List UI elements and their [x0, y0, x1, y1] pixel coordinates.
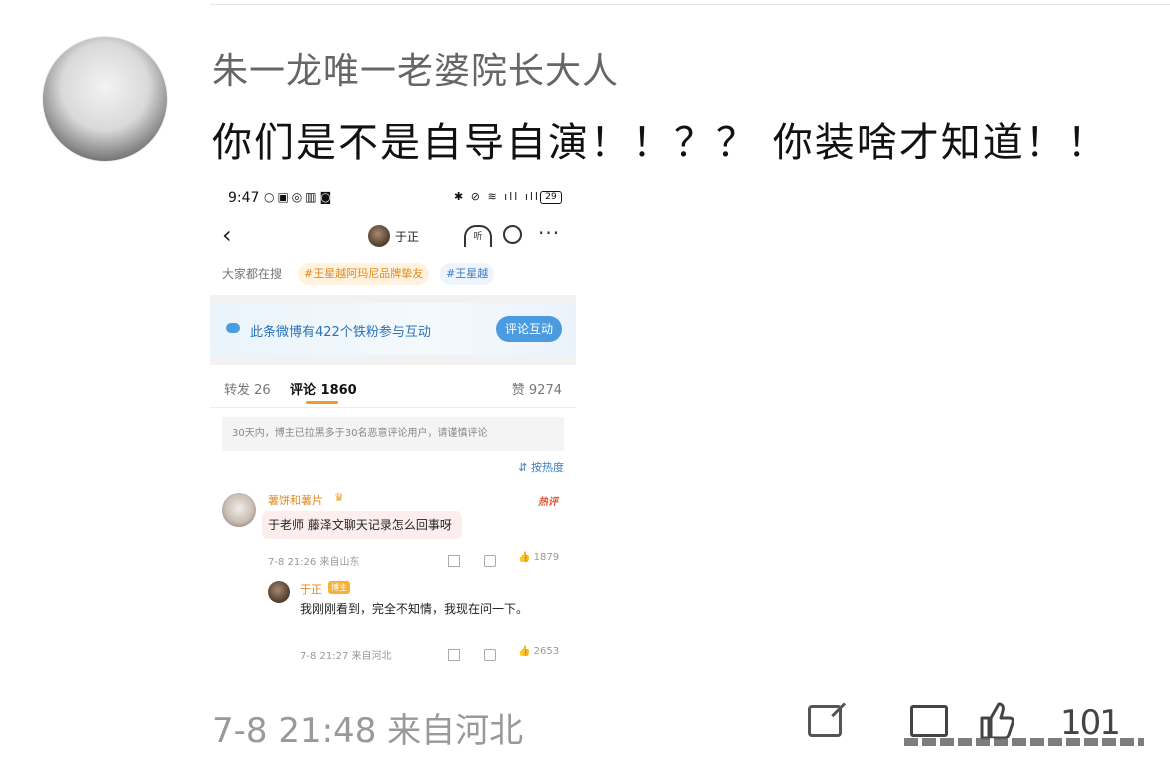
post-location: 来自河北: [387, 711, 524, 751]
comment-time: 7-8 21:26: [268, 557, 317, 568]
status-signal-icons: ✱ ⊘ ≋ ıll ıll: [454, 190, 540, 203]
notice: 30天内，博主已拉黑多于30名恶意评论用户，请谨慎评论: [222, 417, 564, 451]
username[interactable]: 朱一龙唯一老婆院长大人: [212, 42, 619, 94]
tab-underline: [306, 401, 338, 404]
hot-comment-badge: 热评: [538, 497, 558, 508]
embedded-screenshot[interactable]: 9:47 ○▣◎▥◙ ✱ ⊘ ≋ ıll ıll 29 ‹ 于正 听 ··· 大…: [210, 183, 576, 670]
status-app-icons: ○▣◎▥◙: [264, 190, 335, 204]
comment-username: 薯饼和薯片: [268, 494, 323, 507]
back-icon: ‹: [222, 221, 232, 249]
comment-meta: 7-8 21:26 来自山东: [268, 553, 360, 568]
comment-icon: [484, 649, 496, 661]
comment-avatar: [222, 493, 256, 527]
author-badge: 博主: [328, 581, 350, 594]
hot-search-label: 大家都在搜: [222, 267, 283, 281]
post-time: 7-8 21:48: [212, 711, 377, 751]
tab-repost: 转发 26: [224, 383, 271, 398]
like-count: 101: [1060, 703, 1121, 743]
banner-text: 此条微博有422个铁粉参与互动: [250, 325, 431, 340]
nav-avatar: [368, 225, 390, 247]
top-divider: [210, 4, 1170, 5]
tab-likes: 赞 9274: [511, 383, 562, 398]
banner-button: 评论互动: [496, 316, 562, 342]
reply-location: 来自河北: [351, 651, 392, 662]
sort-text: 按热度: [531, 461, 564, 474]
search-icon: [503, 225, 522, 244]
divider: [210, 407, 576, 408]
user-avatar[interactable]: [42, 36, 168, 162]
comment-text: 于老师 藤泽文聊天记录怎么回事呀: [262, 511, 462, 539]
comment-likes: 👍 1879: [518, 552, 560, 563]
comment-like-count: 1879: [533, 552, 560, 563]
fan-banner: 此条微博有422个铁粉参与互动 评论互动: [210, 303, 576, 355]
section-gap: [210, 355, 576, 365]
reply-like-count: 2653: [533, 646, 560, 657]
reply-avatar: [268, 581, 290, 603]
comment-location: 来自山东: [319, 557, 360, 568]
hot-search-chip: #王星越阿玛尼品牌挚友: [298, 263, 430, 285]
status-time: 9:47: [228, 190, 260, 206]
hot-search-chip: #王星越: [440, 263, 495, 285]
nav-name: 于正: [395, 230, 420, 244]
more-icon: ···: [538, 221, 561, 245]
status-bar: 9:47 ○▣◎▥◙ ✱ ⊘ ≋ ıll ıll 29: [210, 183, 576, 213]
like-icon[interactable]: [978, 700, 1014, 740]
redaction-scribble: [904, 738, 1144, 746]
reply-text: 我刚刚看到，完全不知情，我现在问一下。: [300, 602, 529, 616]
reply-meta: 7-8 21:27 来自河北: [300, 647, 392, 662]
comment-icon[interactable]: [910, 705, 948, 737]
crown-icon: ♛: [334, 491, 344, 504]
share-icon: [448, 555, 460, 567]
sort-label: ⇵ 按热度: [518, 461, 564, 474]
comment-icon: [484, 555, 496, 567]
post-meta: 7-8 21:48 来自河北: [212, 703, 523, 752]
tab-comments: 评论 1860: [290, 383, 357, 398]
share-icon[interactable]: [808, 705, 842, 737]
share-icon: [448, 649, 460, 661]
reply-likes: 👍 2653: [518, 646, 560, 657]
listen-icon: 听: [464, 225, 492, 247]
section-gap: [210, 295, 576, 303]
nav-bar: ‹ 于正 听 ···: [210, 219, 576, 253]
reply-username: 于正: [300, 583, 322, 596]
battery-icon: 29: [540, 191, 562, 204]
fan-icon: [226, 323, 240, 333]
post-text: 你们是不是自导自演！！？？ 你装啥才知道！！: [212, 120, 1109, 166]
reply-time: 7-8 21:27: [300, 651, 349, 662]
